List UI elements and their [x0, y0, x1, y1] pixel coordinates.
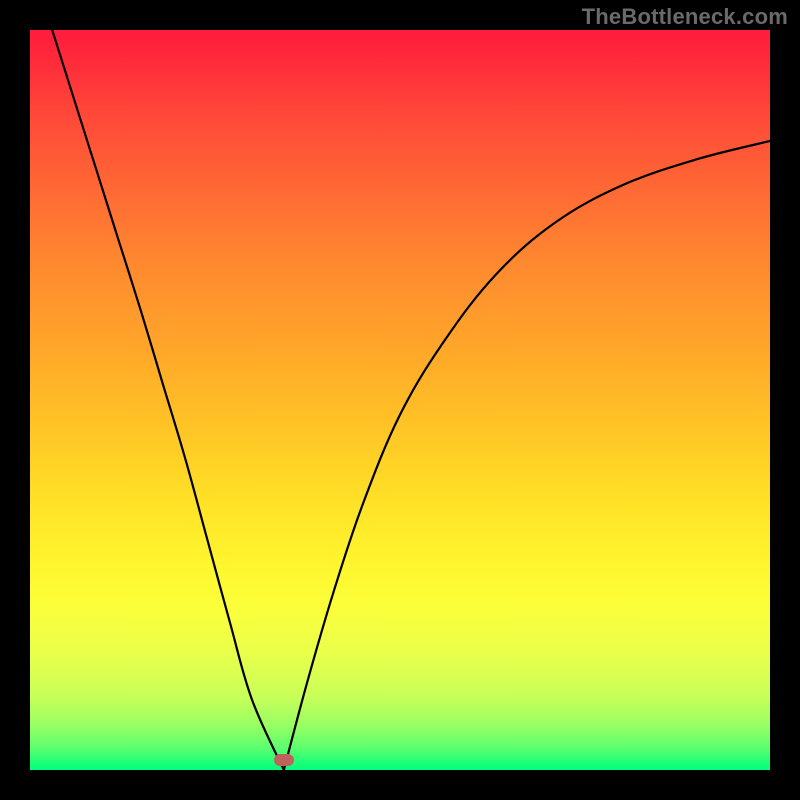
watermark-text: TheBottleneck.com	[582, 4, 788, 30]
bottleneck-curve	[30, 30, 770, 770]
chart-frame: TheBottleneck.com	[0, 0, 800, 800]
plot-area	[30, 30, 770, 770]
optimal-point-marker	[274, 754, 294, 766]
